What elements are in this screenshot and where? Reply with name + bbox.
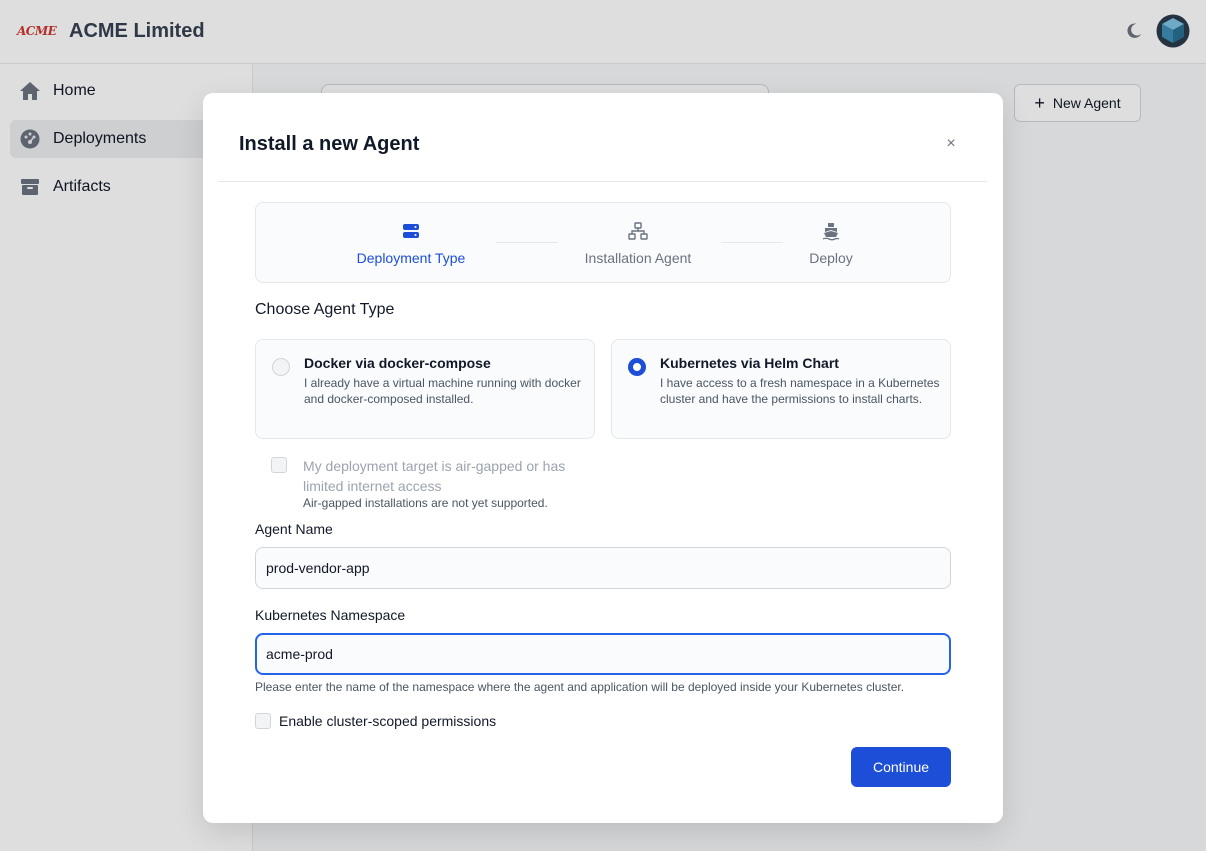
continue-button[interactable]: Continue xyxy=(851,747,951,787)
step-installation-agent[interactable]: Installation Agent xyxy=(568,203,708,284)
airgap-help-text: Air-gapped installations are not yet sup… xyxy=(303,496,548,510)
agent-name-input[interactable] xyxy=(255,547,951,589)
cluster-scoped-checkbox[interactable] xyxy=(255,713,271,729)
network-icon xyxy=(628,222,648,240)
step-deploy[interactable]: Deploy xyxy=(781,203,881,284)
namespace-input[interactable] xyxy=(255,633,951,675)
option-kubernetes-helm[interactable]: Kubernetes via Helm Chart I have access … xyxy=(611,339,951,439)
step-connector xyxy=(721,242,783,243)
step-connector xyxy=(496,242,558,243)
radio-kubernetes-helm[interactable] xyxy=(628,358,646,376)
step-label: Deploy xyxy=(809,250,853,266)
option-description: I already have a virtual machine running… xyxy=(304,376,581,406)
namespace-label: Kubernetes Namespace xyxy=(255,607,406,623)
airgap-checkbox[interactable] xyxy=(271,457,287,473)
option-description: I have access to a fresh namespace in a … xyxy=(660,376,940,406)
agent-name-label: Agent Name xyxy=(255,521,333,537)
stepper: Deployment Type Installation Agent Deplo… xyxy=(255,202,951,283)
ship-icon xyxy=(822,223,840,241)
divider xyxy=(218,181,987,182)
server-icon xyxy=(403,224,419,238)
option-title: Docker via docker-compose xyxy=(304,355,491,371)
install-agent-modal: Install a new Agent × Deployment Type In… xyxy=(203,93,1003,823)
step-label: Installation Agent xyxy=(584,250,692,266)
option-docker-compose[interactable]: Docker via docker-compose I already have… xyxy=(255,339,595,439)
choose-agent-type-label: Choose Agent Type xyxy=(255,301,395,318)
modal-title: Install a new Agent xyxy=(239,133,420,155)
namespace-help-text: Please enter the name of the namespace w… xyxy=(255,680,905,694)
cluster-scoped-label: Enable cluster-scoped permissions xyxy=(279,713,497,729)
airgap-label: My deployment target is air-gapped or ha… xyxy=(303,458,566,494)
step-label: Deployment Type xyxy=(356,250,466,266)
option-title: Kubernetes via Helm Chart xyxy=(660,355,839,371)
close-button[interactable]: × xyxy=(943,135,959,153)
radio-docker-compose[interactable] xyxy=(272,358,290,376)
step-deployment-type[interactable]: Deployment Type xyxy=(341,203,481,284)
